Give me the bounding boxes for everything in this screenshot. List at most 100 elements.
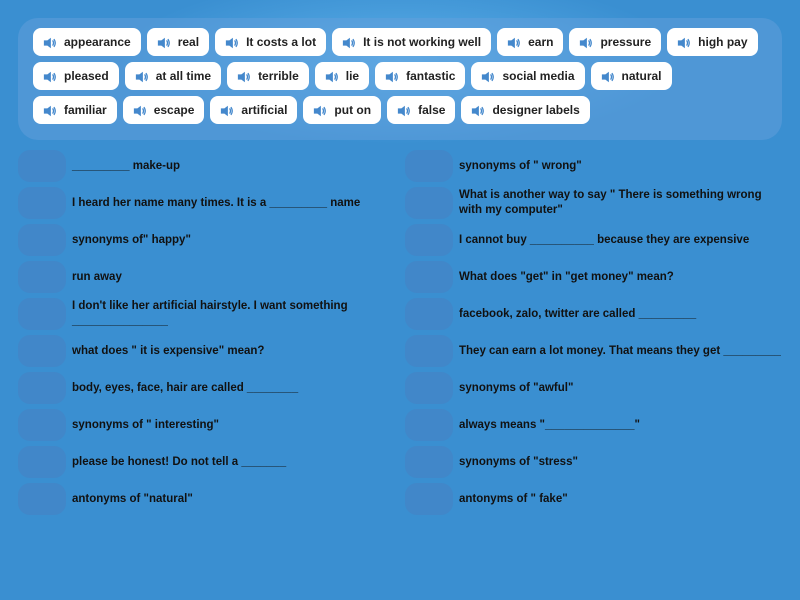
tile-it-is-not-working-well[interactable]: It is not working well [332, 28, 491, 56]
tile-artificial[interactable]: artificial [210, 96, 297, 124]
questions-container: _________ make-up I heard her name many … [18, 150, 782, 515]
speaker-icon[interactable] [135, 70, 151, 82]
tile-terrible[interactable]: terrible [227, 62, 309, 90]
tile-appearance[interactable]: appearance [33, 28, 141, 56]
question-item: body, eyes, face, hair are called ______… [18, 372, 395, 404]
question-text: I don't like her artificial hairstyle. I… [72, 299, 395, 329]
tile-label: lie [346, 69, 359, 83]
tile-at-all-time[interactable]: at all time [125, 62, 221, 90]
question-text: body, eyes, face, hair are called ______… [72, 381, 298, 396]
speaker-icon[interactable] [43, 36, 59, 48]
answer-bubble[interactable] [405, 224, 453, 256]
tile-designer-labels[interactable]: designer labels [461, 96, 589, 124]
question-text: What does "get" in "get money" mean? [459, 270, 674, 285]
tile-high-pay[interactable]: high pay [667, 28, 757, 56]
speaker-icon[interactable] [43, 104, 59, 116]
tile-earn[interactable]: earn [497, 28, 563, 56]
question-item: I heard her name many times. It is a ___… [18, 187, 395, 219]
speaker-icon[interactable] [225, 36, 241, 48]
question-text: antonyms of " fake" [459, 492, 568, 507]
answer-bubble[interactable] [18, 298, 66, 330]
answer-bubble[interactable] [18, 261, 66, 293]
tile-label: natural [622, 69, 662, 83]
question-item: What is another way to say " There is so… [405, 187, 782, 219]
question-text: What is another way to say " There is so… [459, 188, 782, 218]
answer-bubble[interactable] [405, 150, 453, 182]
speaker-icon[interactable] [397, 104, 413, 116]
speaker-icon[interactable] [325, 70, 341, 82]
speaker-icon[interactable] [157, 36, 173, 48]
question-text: I cannot buy __________ because they are… [459, 233, 749, 248]
speaker-icon[interactable] [677, 36, 693, 48]
answer-bubble[interactable] [18, 446, 66, 478]
tile-label: false [418, 103, 445, 117]
tile-familiar[interactable]: familiar [33, 96, 117, 124]
answer-bubble[interactable] [405, 298, 453, 330]
speaker-icon[interactable] [601, 70, 617, 82]
tile-label: fantastic [406, 69, 455, 83]
speaker-icon[interactable] [133, 104, 149, 116]
tile-label: terrible [258, 69, 299, 83]
speaker-icon[interactable] [313, 104, 329, 116]
speaker-icon[interactable] [471, 104, 487, 116]
answer-bubble[interactable] [18, 483, 66, 515]
answer-bubble[interactable] [405, 483, 453, 515]
tiles-row-2: pleased at all time terrible lie fantast… [33, 62, 767, 90]
tile-label: It is not working well [363, 35, 481, 49]
tile-put-on[interactable]: put on [303, 96, 381, 124]
answer-bubble[interactable] [405, 335, 453, 367]
tile-escape[interactable]: escape [123, 96, 205, 124]
tile-label: real [178, 35, 199, 49]
speaker-icon[interactable] [507, 36, 523, 48]
tile-label: artificial [241, 103, 287, 117]
speaker-icon[interactable] [43, 70, 59, 82]
question-item: synonyms of " interesting" [18, 409, 395, 441]
question-text: antonyms of "natural" [72, 492, 193, 507]
question-item: what does " it is expensive" mean? [18, 335, 395, 367]
tile-label: It costs a lot [246, 35, 316, 49]
tile-fantastic[interactable]: fantastic [375, 62, 465, 90]
question-text: please be honest! Do not tell a _______ [72, 455, 286, 470]
answer-bubble[interactable] [18, 224, 66, 256]
speaker-icon[interactable] [481, 70, 497, 82]
tiles-row-3: familiar escape artificial put on false … [33, 96, 767, 124]
question-item: What does "get" in "get money" mean? [405, 261, 782, 293]
speaker-icon[interactable] [579, 36, 595, 48]
answer-bubble[interactable] [405, 409, 453, 441]
question-text: always means "______________" [459, 418, 640, 433]
tile-label: earn [528, 35, 553, 49]
answer-bubble[interactable] [405, 372, 453, 404]
question-text: synonyms of "awful" [459, 381, 573, 396]
questions-left-col: _________ make-up I heard her name many … [18, 150, 395, 515]
answer-bubble[interactable] [18, 335, 66, 367]
tile-lie[interactable]: lie [315, 62, 369, 90]
speaker-icon[interactable] [237, 70, 253, 82]
tile-it-costs-a-lot[interactable]: It costs a lot [215, 28, 326, 56]
tile-pressure[interactable]: pressure [569, 28, 661, 56]
answer-bubble[interactable] [18, 150, 66, 182]
tile-false[interactable]: false [387, 96, 455, 124]
tile-label: designer labels [492, 103, 579, 117]
question-item: synonyms of " wrong" [405, 150, 782, 182]
question-text: synonyms of " wrong" [459, 159, 582, 174]
tile-social-media[interactable]: social media [471, 62, 584, 90]
question-item: I don't like her artificial hairstyle. I… [18, 298, 395, 330]
tile-pleased[interactable]: pleased [33, 62, 119, 90]
tile-natural[interactable]: natural [591, 62, 672, 90]
speaker-icon[interactable] [342, 36, 358, 48]
answer-bubble[interactable] [18, 372, 66, 404]
answer-bubble[interactable] [18, 409, 66, 441]
answer-bubble[interactable] [405, 446, 453, 478]
answer-bubble[interactable] [405, 261, 453, 293]
tile-label: familiar [64, 103, 107, 117]
question-text: facebook, zalo, twitter are called _____… [459, 307, 696, 322]
speaker-icon[interactable] [220, 104, 236, 116]
speaker-icon[interactable] [385, 70, 401, 82]
answer-bubble[interactable] [405, 187, 453, 219]
tile-label: pressure [600, 35, 651, 49]
tile-label: appearance [64, 35, 131, 49]
question-item: always means "______________" [405, 409, 782, 441]
question-text: run away [72, 270, 122, 285]
tile-real[interactable]: real [147, 28, 209, 56]
answer-bubble[interactable] [18, 187, 66, 219]
